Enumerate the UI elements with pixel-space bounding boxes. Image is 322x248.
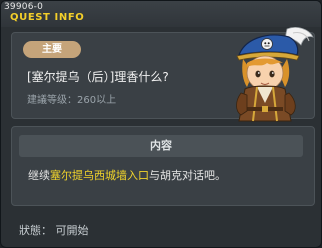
desc-location-highlight: 塞尔提乌西城墙入口 bbox=[50, 169, 149, 182]
desc-prefix: 继续 bbox=[28, 169, 50, 182]
quest-description: 继续塞尔提乌西城墙入口与胡克对话吧。 bbox=[28, 167, 226, 183]
quest-name: [塞尔提乌（后）]理香什么? bbox=[27, 70, 169, 84]
window-title: QUEST INFO bbox=[10, 12, 85, 23]
level-requirement: 建議等级：260以上 bbox=[27, 95, 117, 106]
content-title: 内容 bbox=[19, 135, 303, 157]
npc-pirate-portrait-icon bbox=[236, 27, 314, 122]
quest-id: 39906-0 bbox=[4, 2, 44, 12]
quest-info-window: 39906-0 QUEST INFO 主要 [塞尔提乌（后）]理香什么? 建議等… bbox=[0, 0, 322, 248]
quest-status: 狀態： 可開始 bbox=[19, 224, 89, 237]
desc-suffix: 与胡克对话吧。 bbox=[149, 169, 226, 182]
quest-type-badge: 主要 bbox=[23, 41, 81, 58]
